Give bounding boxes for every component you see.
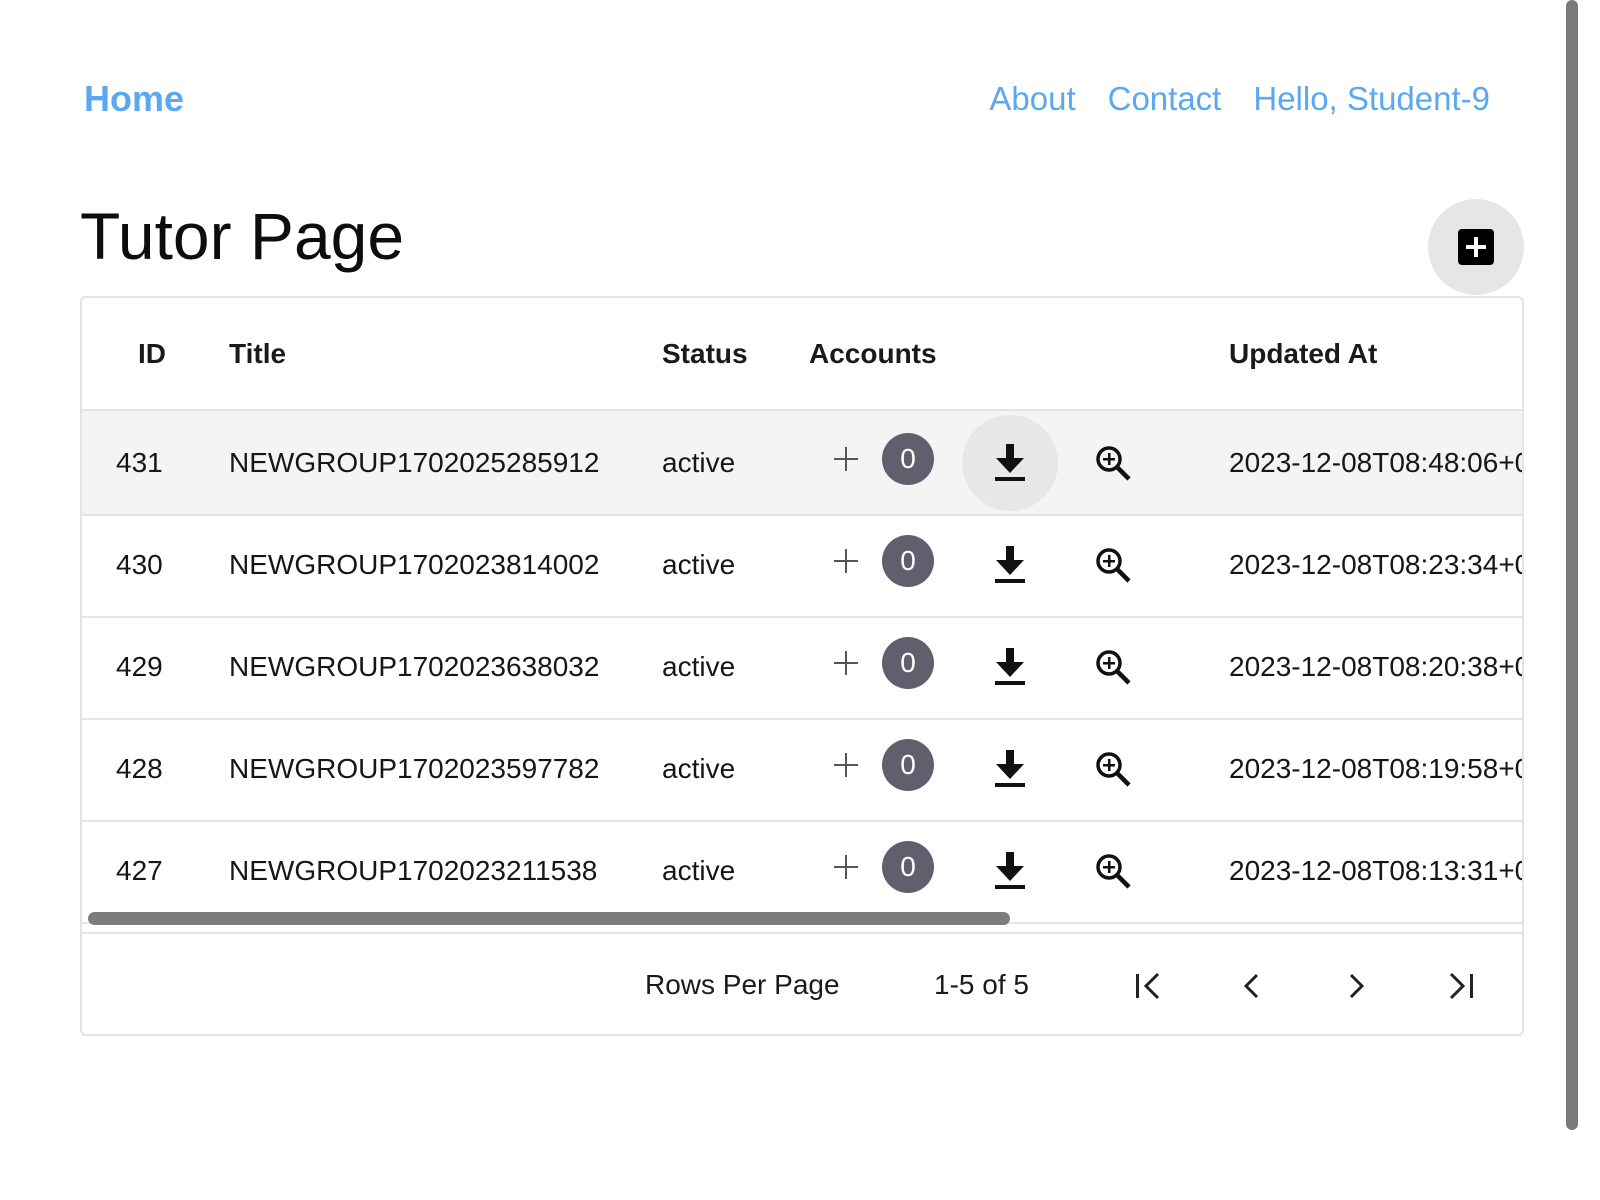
add-account-button[interactable] (828, 747, 864, 783)
view-details-button[interactable] (1065, 619, 1161, 715)
download-icon (995, 851, 1025, 889)
view-details-button[interactable] (1065, 721, 1161, 817)
cell-id: 429 (116, 650, 163, 682)
cell-id: 431 (116, 446, 163, 478)
nav-user-greeting-link[interactable]: Hello, Student-9 (1253, 74, 1490, 124)
chevron-right-icon (1349, 973, 1365, 999)
add-group-button[interactable] (1428, 199, 1524, 295)
download-icon (995, 749, 1025, 787)
add-account-button[interactable] (828, 441, 864, 477)
page-range-text: 1-5 of 5 (934, 969, 1029, 1000)
cell-status: active (662, 752, 736, 784)
plus-icon (834, 446, 858, 471)
accounts-count-badge: 0 (882, 534, 934, 587)
previous-page-button[interactable] (1228, 962, 1276, 1010)
last-page-button[interactable] (1436, 962, 1484, 1010)
plus-icon (834, 854, 858, 879)
plus-icon (834, 650, 858, 675)
accounts-count-badge: 0 (882, 636, 934, 689)
cell-status: active (662, 650, 736, 682)
page-scrollbar[interactable] (1566, 0, 1578, 1130)
first-page-button[interactable] (1125, 962, 1173, 1010)
zoom-in-icon (1096, 649, 1131, 685)
page-title: Tutor Page (80, 199, 405, 273)
cell-title: NEWGROUP1702025285912 (229, 446, 600, 478)
last-page-icon (1449, 972, 1473, 1000)
download-button[interactable] (962, 517, 1058, 613)
nav-contact-link[interactable]: Contact (1108, 74, 1222, 124)
column-header-title[interactable]: Title (229, 298, 286, 409)
horizontal-scrollbar[interactable] (82, 904, 1522, 925)
zoom-in-icon (1096, 751, 1131, 787)
plus-square-icon (1458, 229, 1494, 265)
plus-icon (834, 548, 858, 573)
horizontal-scrollbar-thumb[interactable] (88, 912, 1010, 925)
view-details-button[interactable] (1065, 517, 1161, 613)
cell-updated-at: 2023-12-08T08:19:58+00:00 (1229, 752, 1522, 784)
nav-about-link[interactable]: About (989, 74, 1075, 124)
cell-title: NEWGROUP1702023638032 (229, 650, 600, 682)
cell-id: 428 (116, 752, 163, 784)
accounts-count-badge: 0 (882, 840, 934, 893)
download-icon (995, 647, 1025, 685)
table-scroll-area: ID Title Status Accounts Updated At 431 … (82, 298, 1522, 932)
accounts-count-badge: 0 (882, 738, 934, 791)
plus-icon (834, 752, 858, 777)
app-viewport: Home About Contact Hello, Student-9 Tuto… (0, 0, 1600, 1200)
groups-table: ID Title Status Accounts Updated At 431 … (80, 296, 1524, 1036)
column-header-updated-at[interactable]: Updated At (1229, 298, 1377, 409)
top-nav: Home About Contact Hello, Student-9 (84, 74, 1490, 124)
cell-title: NEWGROUP1702023597782 (229, 752, 600, 784)
column-header-id[interactable]: ID (138, 298, 166, 409)
download-button[interactable] (962, 414, 1058, 511)
add-account-button[interactable] (828, 543, 864, 579)
next-page-button[interactable] (1332, 962, 1380, 1010)
table-row[interactable]: 429 NEWGROUP1702023638032 active 0 2023-… (82, 615, 1522, 720)
download-button[interactable] (962, 619, 1058, 715)
rows-per-page-label: Rows Per Page (645, 969, 840, 1000)
add-account-button[interactable] (828, 645, 864, 681)
first-page-icon (1136, 972, 1160, 1000)
cell-title: NEWGROUP1702023814002 (229, 548, 600, 580)
cell-updated-at: 2023-12-08T08:48:06+00:00 (1229, 446, 1522, 478)
column-header-status[interactable]: Status (662, 298, 748, 409)
add-account-button[interactable] (828, 849, 864, 885)
zoom-in-icon (1096, 853, 1131, 889)
zoom-in-icon (1096, 547, 1131, 583)
zoom-in-icon (1096, 445, 1131, 481)
table-pagination: Rows Per Page 1-5 of 5 (82, 932, 1522, 1034)
accounts-count-badge: 0 (882, 432, 934, 485)
table-row[interactable]: 431 NEWGROUP1702025285912 active 0 2023-… (82, 411, 1522, 516)
view-details-button[interactable] (1065, 415, 1161, 511)
nav-right-links: About Contact Hello, Student-9 (989, 74, 1490, 124)
nav-home-link[interactable]: Home (84, 74, 184, 124)
download-button[interactable] (962, 721, 1058, 817)
cell-id: 430 (116, 548, 163, 580)
cell-updated-at: 2023-12-08T08:23:34+00:00 (1229, 548, 1522, 580)
download-icon (995, 545, 1025, 583)
table-row[interactable]: 428 NEWGROUP1702023597782 active 0 2023-… (82, 717, 1522, 822)
table-header-row: ID Title Status Accounts Updated At (82, 298, 1522, 411)
column-header-accounts[interactable]: Accounts (809, 298, 937, 409)
cell-status: active (662, 446, 736, 478)
cell-updated-at: 2023-12-08T08:20:38+00:00 (1229, 650, 1522, 682)
table-row[interactable]: 430 NEWGROUP1702023814002 active 0 2023-… (82, 513, 1522, 618)
cell-status: active (662, 548, 736, 580)
download-icon (995, 443, 1025, 481)
chevron-left-icon (1243, 973, 1259, 999)
